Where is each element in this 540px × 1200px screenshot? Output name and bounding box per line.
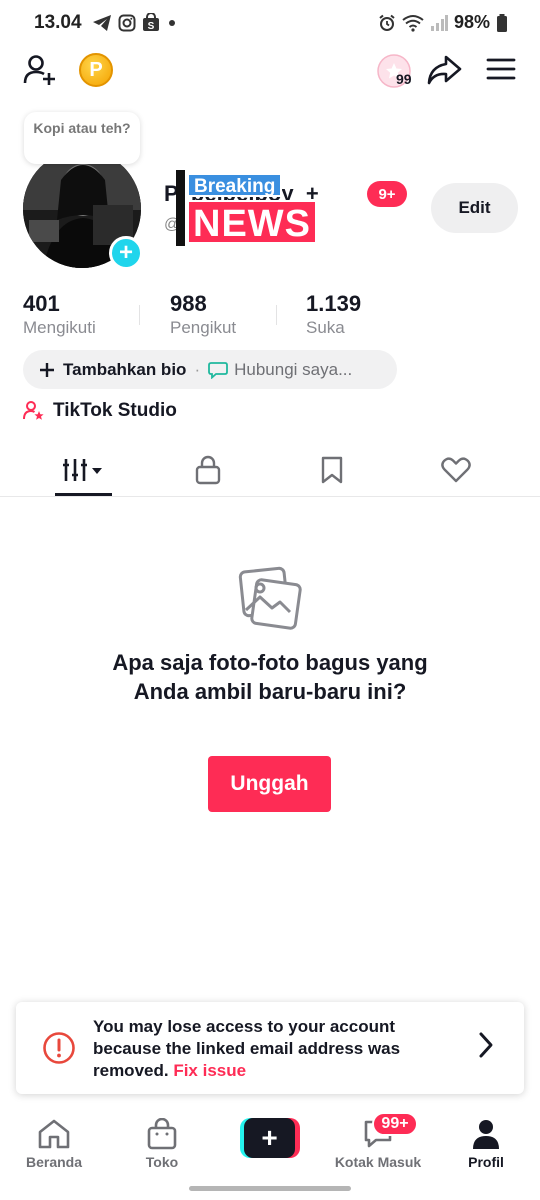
alert-text: You may lose access to your account beca… [93, 1016, 453, 1082]
contact-me-button[interactable]: Hubungi saya... [234, 360, 352, 380]
share-button[interactable] [424, 52, 464, 88]
plus-icon: + [118, 239, 133, 266]
nav-profile[interactable]: Profil [441, 1118, 531, 1170]
plus-icon [40, 362, 54, 377]
nav-shop-label: Toko [145, 1154, 179, 1170]
points-badge[interactable]: P [79, 53, 113, 87]
status-right: 98% [378, 12, 508, 33]
note-bubble[interactable]: Kopi atau teh? [24, 112, 140, 164]
sticker-breaking-text: Breaking [187, 173, 283, 197]
home-icon [38, 1119, 70, 1149]
tab-liked[interactable] [434, 452, 478, 488]
add-bio-button[interactable]: Tambahkan bio [63, 360, 186, 380]
alarm-icon [379, 14, 395, 31]
breaking-news-sticker: Breaking NEWS [176, 170, 322, 246]
telegram-icon [93, 14, 111, 31]
nav-profile-label: Profil [468, 1154, 504, 1170]
home-indicator[interactable] [189, 1186, 351, 1191]
nav-inbox-label: Kotak Masuk [334, 1154, 422, 1170]
shopping-bag-icon [147, 1118, 177, 1150]
dot-icon [169, 19, 175, 26]
battery-icon [497, 13, 507, 32]
studio-label: TikTok Studio [53, 400, 177, 421]
upload-button[interactable]: Unggah [208, 756, 331, 812]
bio-separator: · [194, 359, 201, 379]
warning-icon [43, 1032, 75, 1064]
plus-icon: + [244, 1118, 295, 1158]
sticker-bar [176, 170, 185, 246]
following-count: 401 [23, 291, 60, 316]
likes-stat[interactable]: 1.139 Suka [306, 291, 361, 338]
notification-badge[interactable]: 9+ [367, 181, 407, 207]
nav-shop[interactable]: Toko [117, 1118, 207, 1170]
signal-icon [430, 14, 448, 31]
menu-button[interactable] [484, 54, 518, 84]
chevron-right-icon [479, 1032, 493, 1058]
alert-message: You may lose access to your account beca… [93, 1017, 401, 1080]
create-button[interactable]: + [240, 1118, 300, 1158]
bio-pill: Tambahkan bio · Hubungi saya... [23, 350, 397, 389]
fix-issue-link[interactable]: Fix issue [173, 1061, 246, 1080]
heart-icon [441, 457, 471, 483]
lock-icon [195, 455, 221, 485]
alert-open-button[interactable] [476, 1030, 496, 1065]
sticker-news-text: NEWS [187, 200, 317, 245]
add-story-button[interactable]: + [109, 236, 143, 270]
chat-icon [208, 361, 229, 379]
photo-placeholder [238, 566, 302, 635]
status-time: 13.04 [34, 12, 82, 33]
inbox-badge: 99+ [372, 1112, 418, 1136]
coins-button[interactable]: 99 [370, 50, 418, 92]
content-tabs [0, 440, 540, 497]
add-friend-button[interactable] [22, 52, 58, 88]
account-alert[interactable]: You may lose access to your account beca… [16, 1002, 524, 1094]
tab-private[interactable] [186, 452, 230, 488]
followers-label: Pengikut [170, 318, 237, 337]
active-tab-indicator [55, 493, 112, 496]
tab-saved[interactable] [310, 452, 354, 488]
coins-count: 99 [396, 71, 412, 87]
likes-count: 1.139 [306, 291, 362, 316]
battery-percentage: 98% [453, 12, 490, 32]
photos-icon [238, 566, 302, 630]
grid-filter-icon [62, 459, 102, 481]
followers-count: 988 [170, 291, 207, 316]
alert-icon-wrapper [42, 1031, 76, 1070]
hamburger-icon [486, 58, 516, 80]
empty-state-message: Apa saja foto-foto bagus yang Anda ambil… [112, 650, 428, 704]
svg-text:S: S [148, 21, 155, 32]
edit-profile-button[interactable]: Edit [431, 183, 518, 233]
tiktok-studio-link[interactable]: TikTok Studio [23, 400, 177, 422]
studio-icon [23, 401, 44, 420]
following-label: Mengikuti [23, 318, 96, 337]
shopee-icon: S [143, 13, 159, 32]
following-stat[interactable]: 401 Mengikuti [23, 291, 96, 338]
add-user-icon [23, 55, 55, 85]
status-left-icons: S [92, 13, 178, 32]
nav-home[interactable]: Beranda [9, 1118, 99, 1170]
top-bar: P 99 [0, 46, 540, 96]
status-bar: 13.04 S 98% [0, 0, 540, 46]
bookmark-icon [321, 456, 343, 484]
followers-stat[interactable]: 988 Pengikut [170, 291, 236, 338]
nav-home-label: Beranda [25, 1154, 83, 1170]
stat-divider [139, 305, 140, 325]
share-icon [427, 55, 462, 85]
tab-videos[interactable] [55, 452, 112, 488]
wifi-icon [402, 14, 424, 32]
stat-divider [276, 305, 277, 325]
profile-icon [473, 1120, 499, 1149]
likes-label: Suka [306, 318, 345, 337]
instagram-icon [118, 14, 136, 31]
bottom-nav: Beranda Toko + Kotak Masuk Profil [0, 1104, 540, 1184]
